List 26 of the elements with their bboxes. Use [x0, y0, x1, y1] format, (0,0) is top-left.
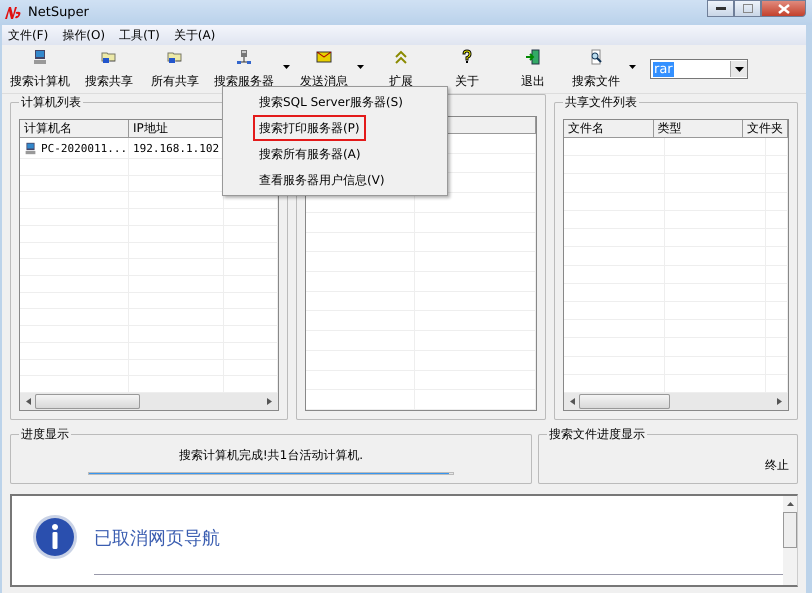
column-header[interactable]: 文件名 — [564, 120, 654, 137]
menu-item[interactable]: 操作(O) — [62, 26, 106, 44]
column-header[interactable]: 计算机名 — [20, 120, 129, 137]
menu-item[interactable]: 工具(T) — [119, 26, 160, 44]
menu-item[interactable]: 查看服务器用户信息(V) — [253, 167, 391, 193]
notice-heading: 已取消网页导航 — [94, 527, 221, 550]
table-cell: PC-2020011... — [20, 138, 129, 158]
menu-item[interactable]: 关于(A) — [174, 26, 216, 44]
toolbar-button[interactable]: 搜索文件 — [566, 44, 640, 94]
toolbar-button[interactable]: 所有共享 — [142, 44, 208, 94]
group-title: 进度显示 — [20, 426, 70, 443]
group-title: 共享文件列表 — [564, 94, 638, 111]
window-title: NetSuper — [28, 5, 89, 20]
group-title: 搜索文件进度显示 — [548, 426, 646, 443]
menu-item[interactable]: 搜索打印服务器(P) — [253, 115, 366, 141]
toolbar-button[interactable]: 关于 — [434, 44, 500, 94]
stop-link[interactable]: 终止 — [765, 457, 789, 474]
toolbar-button[interactable]: 搜索计算机 — [4, 44, 76, 94]
status-message: 搜索计算机完成!共1台活动计算机. — [178, 447, 364, 464]
group-title: 计算机列表 — [20, 94, 82, 111]
menu-item[interactable]: 搜索所有服务器(A) — [253, 141, 367, 167]
menu-item[interactable]: 文件(F) — [8, 26, 48, 44]
column-header[interactable]: 文件夹 — [743, 120, 788, 137]
toolbar-button[interactable]: 退出 — [500, 44, 566, 94]
column-header[interactable]: 类型 — [654, 120, 743, 137]
toolbar-button[interactable]: 搜索共享 — [76, 44, 142, 94]
